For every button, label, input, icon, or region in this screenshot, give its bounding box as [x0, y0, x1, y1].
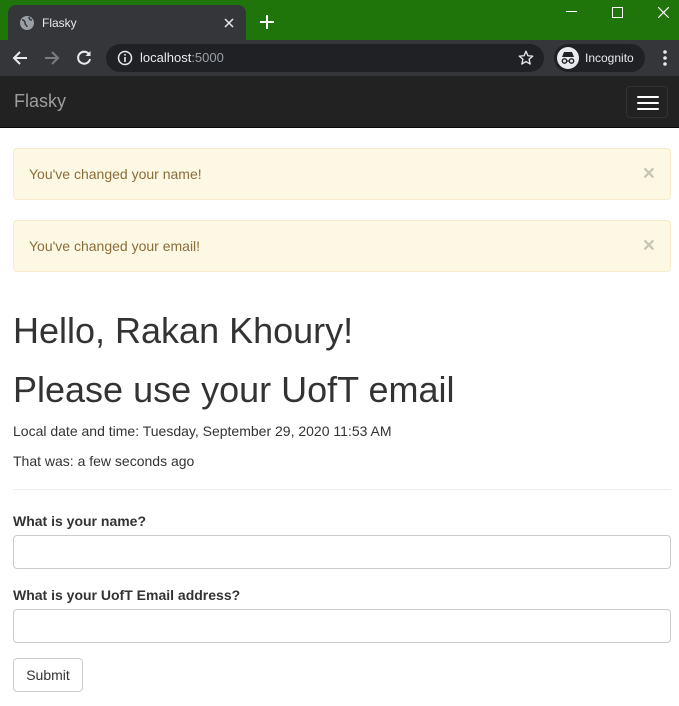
url-host: localhost [140, 50, 192, 65]
address-bar[interactable]: localhost:5000 [106, 44, 544, 72]
email-label: What is your UofT Email address? [13, 587, 241, 603]
new-tab-icon[interactable] [257, 12, 277, 32]
url-port: :5000 [191, 50, 224, 65]
close-tab-icon[interactable] [221, 15, 237, 31]
url-text: localhost:5000 [140, 44, 224, 72]
site-navbar: Flasky [0, 76, 679, 128]
tab-title: Flasky [42, 15, 77, 30]
back-arrow-icon[interactable] [7, 46, 33, 70]
minimize-icon[interactable] [548, 0, 594, 24]
uoft-email-warning-heading: Please use your UofT email [13, 369, 455, 410]
close-window-icon[interactable] [640, 0, 679, 24]
relative-time-text: That was: a few seconds ago [13, 453, 195, 469]
reload-icon[interactable] [71, 46, 97, 70]
maximize-icon[interactable] [594, 0, 640, 24]
alert-close-icon[interactable]: × [643, 235, 655, 256]
alert-email-changed: You've changed your email! × [13, 220, 671, 272]
alert-message: You've changed your name! [29, 166, 202, 182]
incognito-icon [557, 47, 579, 69]
alert-close-icon[interactable]: × [643, 163, 655, 184]
bookmark-star-icon[interactable] [517, 49, 535, 67]
browser-titlebar: Flasky [0, 0, 679, 40]
forward-arrow-icon[interactable] [39, 46, 65, 70]
alert-name-changed: You've changed your name! × [13, 148, 671, 200]
incognito-label: Incognito [585, 51, 634, 65]
browser-tab[interactable]: Flasky [8, 5, 246, 40]
hamburger-menu-icon[interactable] [626, 86, 668, 118]
hamburger-bar [637, 96, 659, 98]
browser-toolbar: localhost:5000 Incognito [0, 40, 679, 76]
globe-icon [19, 15, 35, 31]
navbar-brand[interactable]: Flasky [14, 76, 66, 127]
info-icon[interactable] [117, 50, 133, 66]
local-time-text: Local date and time: Tuesday, September … [13, 423, 392, 439]
name-label: What is your name? [13, 513, 147, 529]
hamburger-bar [637, 102, 659, 104]
more-options-icon[interactable] [655, 47, 675, 69]
greeting-heading: Hello, Rakan Khoury! [13, 310, 354, 351]
incognito-indicator[interactable]: Incognito [554, 44, 645, 72]
name-input[interactable] [13, 535, 671, 569]
divider [13, 489, 671, 490]
hamburger-bar [637, 108, 659, 110]
alert-message: You've changed your email! [29, 238, 201, 254]
email-input[interactable] [13, 609, 671, 643]
submit-button[interactable]: Submit [13, 658, 83, 692]
